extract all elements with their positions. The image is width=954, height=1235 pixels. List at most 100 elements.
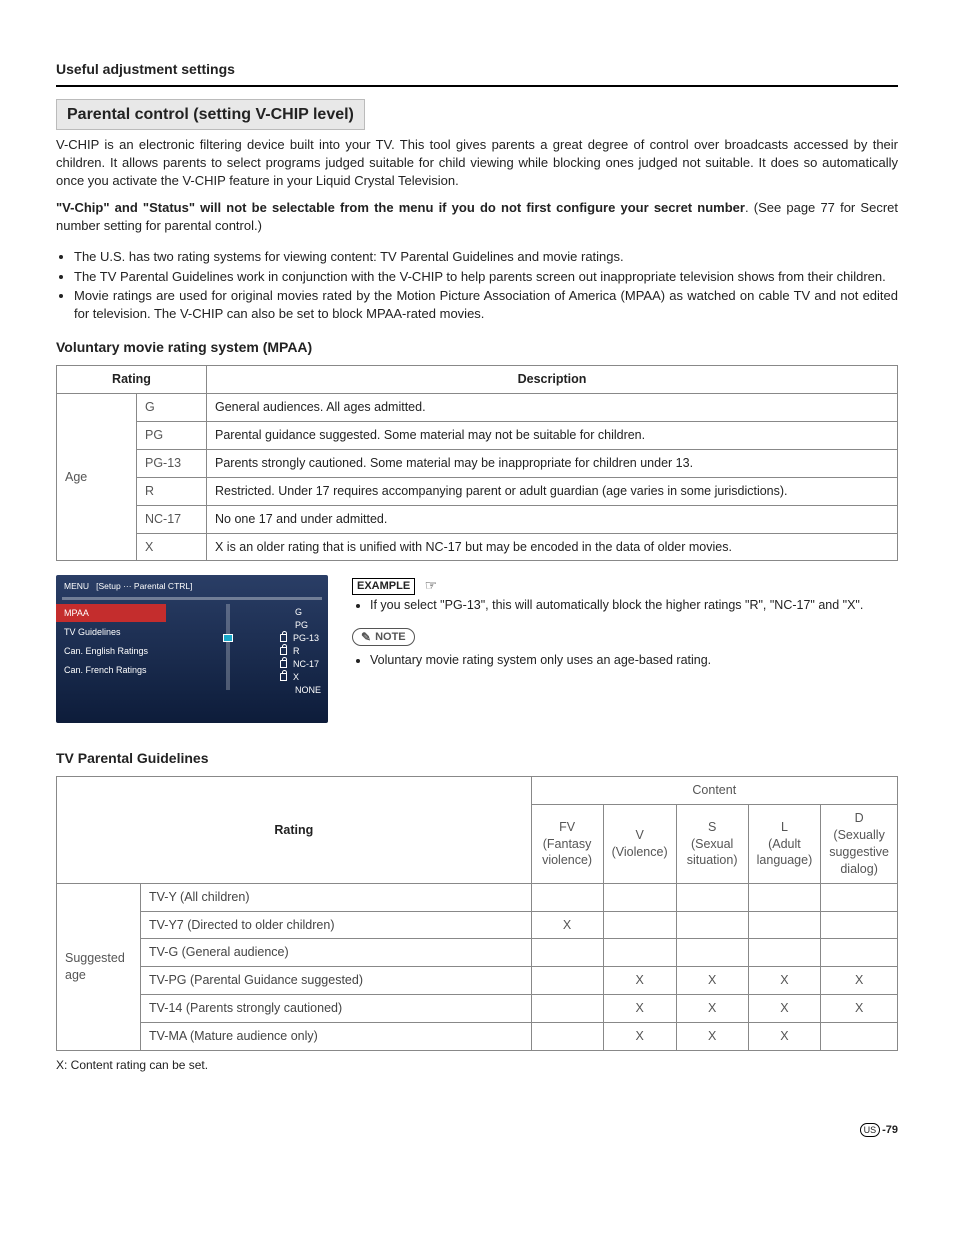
tvpg-cell: X xyxy=(676,967,748,995)
mpaa-rating: X xyxy=(137,533,207,561)
osd-right-item: R xyxy=(293,645,300,657)
osd-right-item: NC-17 xyxy=(293,658,319,670)
tvpg-cell xyxy=(748,883,821,911)
tvpg-row-label: TV-PG (Parental Guidance suggested) xyxy=(141,967,532,995)
tvpg-cell: X xyxy=(676,1023,748,1051)
intro-paragraph: V-CHIP is an electronic filtering device… xyxy=(56,136,898,189)
tvpg-cell xyxy=(676,939,748,967)
tvpg-cell xyxy=(603,883,676,911)
note-icon: ✎ xyxy=(361,629,371,645)
osd-menu-screenshot: MENU [Setup ··· Parental CTRL] MPAA TV G… xyxy=(56,575,328,723)
tvpg-th-content: Content xyxy=(531,777,897,805)
lock-icon xyxy=(280,634,287,642)
list-item: The U.S. has two rating systems for view… xyxy=(74,248,898,266)
osd-right-item: PG-13 xyxy=(293,632,319,644)
tvpg-cell: X xyxy=(676,995,748,1023)
mpaa-rating: NC-17 xyxy=(137,505,207,533)
mpaa-rating: R xyxy=(137,477,207,505)
warning-bold: "V-Chip" and "Status" will not be select… xyxy=(56,200,745,215)
tvpg-row-label: TV-MA (Mature audience only) xyxy=(141,1023,532,1051)
bullet-list: The U.S. has two rating systems for view… xyxy=(56,248,898,322)
tvpg-cell xyxy=(531,939,603,967)
mpaa-desc: Parental guidance suggested. Some materi… xyxy=(207,422,898,450)
osd-breadcrumb: [Setup ··· Parental CTRL] xyxy=(96,581,192,591)
tvpg-cell xyxy=(748,939,821,967)
mpaa-desc: Parents strongly cautioned. Some materia… xyxy=(207,449,898,477)
mpaa-age-cell: Age xyxy=(57,394,137,561)
tvpg-col: V(Violence) xyxy=(603,805,676,884)
list-item: The TV Parental Guidelines work in conju… xyxy=(74,268,898,286)
hand-pointer-icon: ☞ xyxy=(425,576,438,595)
osd-right-item: G xyxy=(295,606,302,618)
tvpg-heading: TV Parental Guidelines xyxy=(56,749,898,768)
osd-right-item: X xyxy=(293,671,299,683)
mpaa-th-rating: Rating xyxy=(57,366,207,394)
tvpg-cell: X xyxy=(748,995,821,1023)
example-badge: EXAMPLE xyxy=(352,578,415,595)
tvpg-cell xyxy=(531,995,603,1023)
mpaa-desc: No one 17 and under admitted. xyxy=(207,505,898,533)
tvpg-cell: X xyxy=(531,911,603,939)
tvpg-table: Rating Content FV(Fantasy violence) V(Vi… xyxy=(56,776,898,1051)
tvpg-col: D(Sexually suggestive dialog) xyxy=(821,805,898,884)
example-text: If you select "PG-13", this will automat… xyxy=(370,597,898,614)
tvpg-row-label: TV-Y (All children) xyxy=(141,883,532,911)
tvpg-cell xyxy=(531,1023,603,1051)
tvpg-col: S(Sexual situation) xyxy=(676,805,748,884)
page-header: Useful adjustment settings xyxy=(56,60,898,87)
mpaa-th-desc: Description xyxy=(207,366,898,394)
osd-slider xyxy=(226,604,230,690)
tvpg-cell xyxy=(821,883,898,911)
osd-left-item: MPAA xyxy=(56,604,166,622)
tvpg-cell xyxy=(821,939,898,967)
section-title: Parental control (setting V-CHIP level) xyxy=(56,99,365,131)
tvpg-cell xyxy=(603,939,676,967)
tvpg-cell xyxy=(531,883,603,911)
mpaa-desc: General audiences. All ages admitted. xyxy=(207,394,898,422)
tvpg-col: L(Adult language) xyxy=(748,805,821,884)
mpaa-heading: Voluntary movie rating system (MPAA) xyxy=(56,338,898,357)
tvpg-age-cell: Suggested age xyxy=(57,883,141,1050)
osd-left-item: TV Guidelines xyxy=(56,623,166,641)
tvpg-cell: X xyxy=(603,1023,676,1051)
note-label: NOTE xyxy=(375,630,406,645)
note-text: Voluntary movie rating system only uses … xyxy=(370,652,898,669)
tvpg-th-rating: Rating xyxy=(57,777,532,883)
tvpg-cell xyxy=(821,911,898,939)
tvpg-row-label: TV-14 (Parents strongly cautioned) xyxy=(141,995,532,1023)
tvpg-cell: X xyxy=(821,995,898,1023)
tvpg-cell xyxy=(821,1023,898,1051)
tvpg-cell: X xyxy=(748,1023,821,1051)
tvpg-cell xyxy=(531,967,603,995)
mpaa-rating: PG xyxy=(137,422,207,450)
list-item: Movie ratings are used for original movi… xyxy=(74,287,898,322)
mpaa-table: Rating Description Age G General audienc… xyxy=(56,365,898,561)
osd-right-item: NONE xyxy=(295,684,321,696)
osd-right-item: PG xyxy=(295,619,308,631)
tvpg-cell: X xyxy=(603,967,676,995)
tvpg-cell xyxy=(676,883,748,911)
tvpg-cell xyxy=(603,911,676,939)
osd-menu-label: MENU xyxy=(64,581,89,591)
mpaa-rating: G xyxy=(137,394,207,422)
lock-icon xyxy=(280,660,287,668)
warning-paragraph: "V-Chip" and "Status" will not be select… xyxy=(56,199,898,234)
tvpg-cell xyxy=(676,911,748,939)
osd-left-item: Can. English Ratings xyxy=(56,642,166,660)
tvpg-row-label: TV-Y7 (Directed to older children) xyxy=(141,911,532,939)
mpaa-desc: Restricted. Under 17 requires accompanyi… xyxy=(207,477,898,505)
tvpg-row-label: TV-G (General audience) xyxy=(141,939,532,967)
tvpg-cell: X xyxy=(821,967,898,995)
note-badge: ✎ NOTE xyxy=(352,628,415,646)
page-number: US-79 xyxy=(56,1123,898,1138)
tvpg-cell xyxy=(748,911,821,939)
lock-icon xyxy=(280,647,287,655)
osd-left-item: Can. French Ratings xyxy=(56,661,166,679)
region-badge: US xyxy=(860,1123,881,1137)
tvpg-cell: X xyxy=(603,995,676,1023)
tvpg-footnote: X: Content rating can be set. xyxy=(56,1057,898,1073)
tvpg-col: FV(Fantasy violence) xyxy=(531,805,603,884)
lock-icon xyxy=(280,673,287,681)
mpaa-desc: X is an older rating that is unified wit… xyxy=(207,533,898,561)
tvpg-cell: X xyxy=(748,967,821,995)
